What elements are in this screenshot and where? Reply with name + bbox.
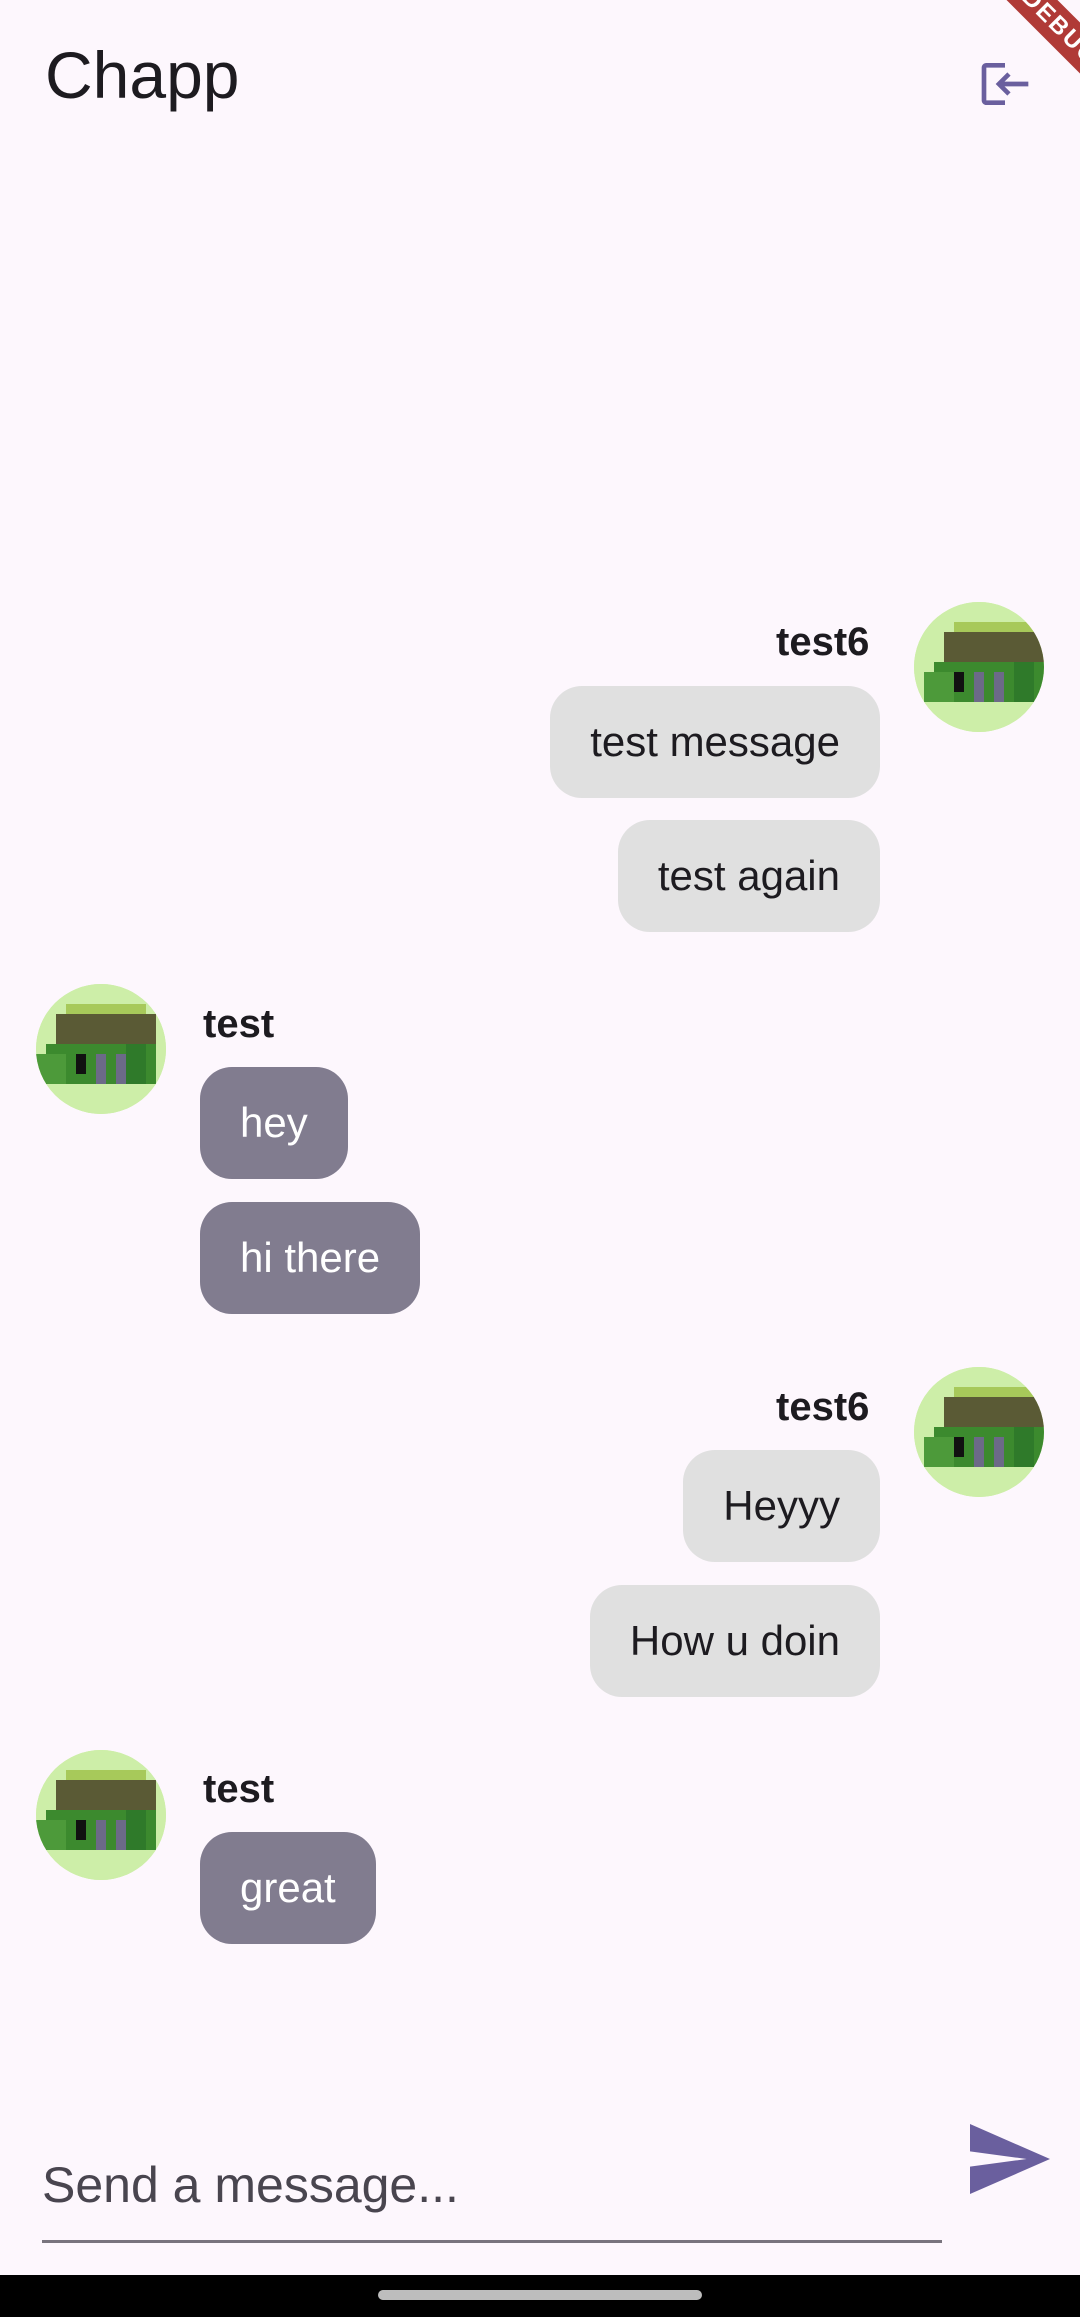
- logout-button[interactable]: [960, 46, 1050, 122]
- avatar[interactable]: [36, 984, 166, 1114]
- sender-name: test6: [776, 620, 870, 664]
- send-button[interactable]: [970, 2124, 1050, 2194]
- sender-name: test: [203, 1767, 275, 1811]
- message-bubble[interactable]: How u doin: [589, 1585, 880, 1697]
- message-bubble[interactable]: hey: [200, 1067, 348, 1179]
- chat-screen: Chapp DEBUG test6 test message test agai…: [0, 0, 1080, 2317]
- message-composer: [0, 2080, 1080, 2280]
- home-gesture-handle[interactable]: [378, 2290, 702, 2300]
- message-bubble[interactable]: great: [200, 1832, 376, 1944]
- sender-name: test6: [776, 1385, 870, 1429]
- pixel-avatar-icon: [914, 602, 1044, 732]
- avatar[interactable]: [36, 1750, 166, 1880]
- system-nav-bar: [0, 2275, 1080, 2317]
- app-bar: Chapp: [0, 0, 1080, 170]
- pixel-avatar-icon: [36, 1750, 166, 1880]
- message-bubble[interactable]: Heyyy: [683, 1450, 880, 1562]
- app-title: Chapp: [45, 38, 240, 112]
- message-bubble[interactable]: hi there: [200, 1202, 421, 1314]
- message-bubble[interactable]: test again: [617, 820, 880, 932]
- logout-icon: [981, 63, 1029, 105]
- message-bubble[interactable]: test message: [550, 686, 880, 798]
- avatar[interactable]: [914, 602, 1044, 732]
- sender-name: test: [203, 1002, 275, 1046]
- pixel-avatar-icon: [36, 984, 166, 1114]
- send-icon: [970, 2124, 1050, 2194]
- message-input[interactable]: [42, 2130, 942, 2243]
- avatar[interactable]: [914, 1367, 1044, 1497]
- pixel-avatar-icon: [914, 1367, 1044, 1497]
